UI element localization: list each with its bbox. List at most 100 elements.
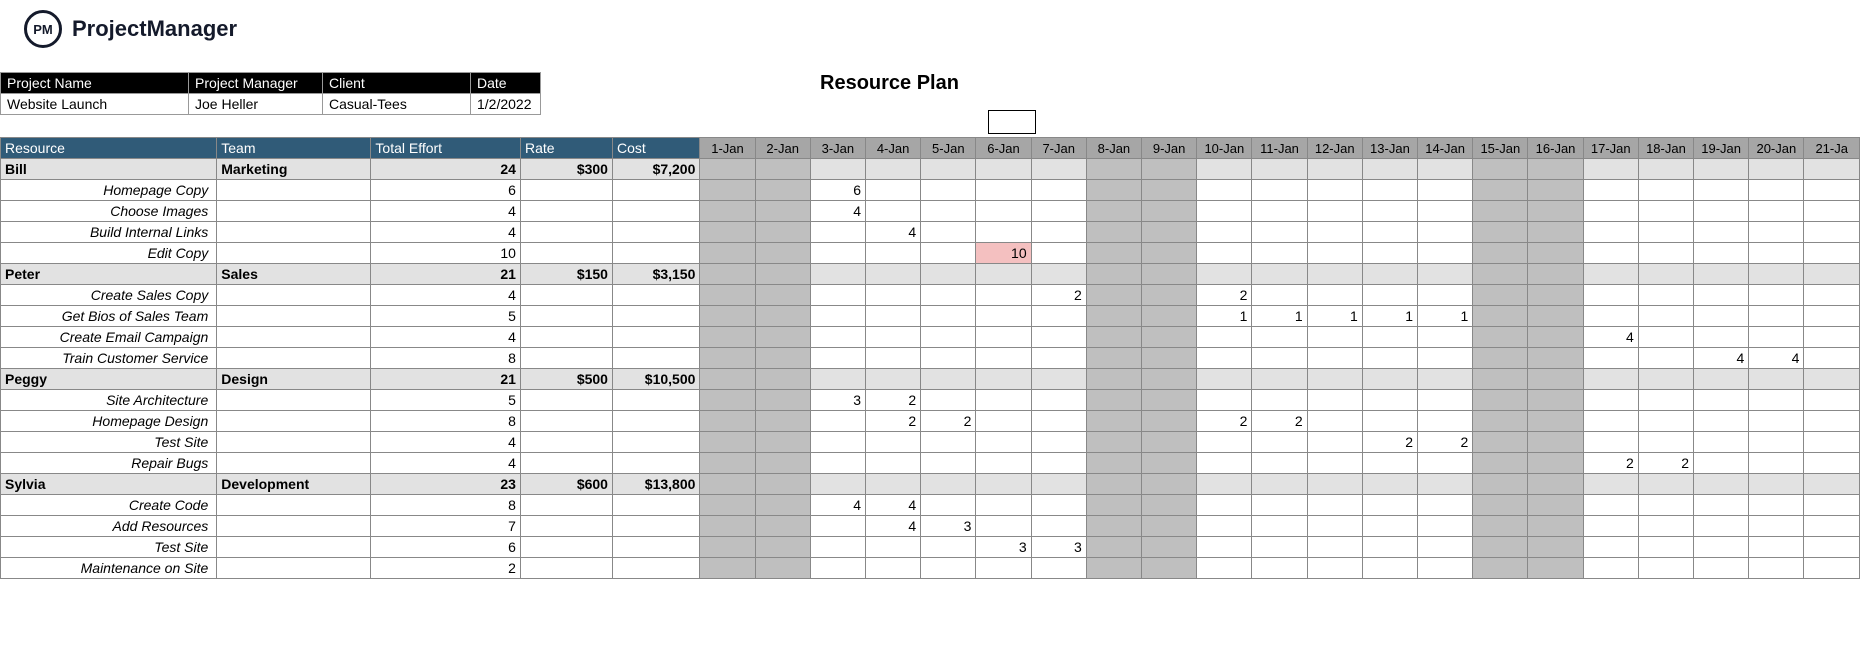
grid-cell[interactable] xyxy=(1694,369,1749,390)
grid-cell[interactable] xyxy=(1197,453,1252,474)
grid-cell[interactable] xyxy=(1031,411,1086,432)
grid-cell[interactable] xyxy=(976,264,1031,285)
grid-cell[interactable] xyxy=(1142,180,1197,201)
grid-cell[interactable] xyxy=(1749,222,1804,243)
grid-cell[interactable] xyxy=(1142,222,1197,243)
grid-cell[interactable] xyxy=(1142,432,1197,453)
grid-cell[interactable] xyxy=(1418,285,1473,306)
grid-cell[interactable] xyxy=(1031,474,1086,495)
grid-cell[interactable] xyxy=(1197,495,1252,516)
grid-cell[interactable] xyxy=(1086,306,1141,327)
cell[interactable]: Design xyxy=(217,369,371,390)
day-header[interactable]: 16-Jan xyxy=(1528,138,1583,159)
grid-cell[interactable] xyxy=(1694,285,1749,306)
grid-cell[interactable] xyxy=(1694,495,1749,516)
cell[interactable]: Marketing xyxy=(217,159,371,180)
grid-cell[interactable] xyxy=(921,558,976,579)
grid-cell[interactable] xyxy=(1583,432,1638,453)
grid-cell[interactable] xyxy=(1749,264,1804,285)
grid-cell[interactable] xyxy=(1307,369,1362,390)
grid-cell[interactable] xyxy=(1252,369,1307,390)
grid-cell[interactable] xyxy=(1086,390,1141,411)
grid-cell[interactable] xyxy=(1031,222,1086,243)
day-header[interactable]: 15-Jan xyxy=(1473,138,1528,159)
grid-cell[interactable] xyxy=(921,285,976,306)
grid-cell[interactable] xyxy=(755,180,810,201)
grid-cell[interactable] xyxy=(1749,558,1804,579)
grid-cell[interactable] xyxy=(755,411,810,432)
grid-cell[interactable] xyxy=(1086,516,1141,537)
cell[interactable] xyxy=(217,558,371,579)
grid-cell[interactable] xyxy=(921,453,976,474)
grid-cell[interactable] xyxy=(976,411,1031,432)
cell[interactable] xyxy=(612,201,699,222)
cell[interactable]: 6 xyxy=(371,537,521,558)
grid-cell[interactable] xyxy=(921,264,976,285)
resource-summary-row[interactable]: PeterSales21$150$3,150 xyxy=(1,264,1860,285)
grid-cell[interactable] xyxy=(1804,201,1860,222)
cell[interactable]: Homepage Design xyxy=(1,411,217,432)
grid-cell[interactable] xyxy=(866,537,921,558)
cell[interactable]: $150 xyxy=(520,264,612,285)
task-row[interactable]: Create Email Campaign44 xyxy=(1,327,1860,348)
cell[interactable]: 5 xyxy=(371,390,521,411)
grid-cell[interactable] xyxy=(866,348,921,369)
grid-cell[interactable] xyxy=(1142,516,1197,537)
grid-cell[interactable] xyxy=(1031,453,1086,474)
grid-cell[interactable] xyxy=(1638,495,1693,516)
grid-cell[interactable] xyxy=(866,201,921,222)
grid-cell[interactable] xyxy=(1142,264,1197,285)
grid-cell[interactable] xyxy=(1638,411,1693,432)
grid-cell[interactable]: 3 xyxy=(810,390,865,411)
grid-cell[interactable] xyxy=(1528,369,1583,390)
grid-cell[interactable] xyxy=(1197,390,1252,411)
grid-cell[interactable] xyxy=(1252,180,1307,201)
cell[interactable]: Get Bios of Sales Team xyxy=(1,306,217,327)
grid-cell[interactable] xyxy=(1638,159,1693,180)
grid-cell[interactable] xyxy=(1086,411,1141,432)
grid-cell[interactable]: 2 xyxy=(1418,432,1473,453)
cell[interactable]: Test Site xyxy=(1,432,217,453)
grid-cell[interactable] xyxy=(1362,243,1417,264)
grid-cell[interactable] xyxy=(1086,159,1141,180)
grid-cell[interactable] xyxy=(1142,159,1197,180)
day-header[interactable]: 21-Ja xyxy=(1804,138,1860,159)
cell[interactable]: 5 xyxy=(371,306,521,327)
day-header[interactable]: 14-Jan xyxy=(1418,138,1473,159)
grid-cell[interactable] xyxy=(1142,348,1197,369)
task-row[interactable]: Choose Images44 xyxy=(1,201,1860,222)
cell[interactable]: Maintenance on Site xyxy=(1,558,217,579)
grid-cell[interactable] xyxy=(1749,537,1804,558)
grid-cell[interactable] xyxy=(1252,453,1307,474)
grid-cell[interactable] xyxy=(1031,159,1086,180)
grid-cell[interactable] xyxy=(1086,348,1141,369)
grid-cell[interactable]: 4 xyxy=(1583,327,1638,348)
cell[interactable] xyxy=(612,306,699,327)
grid-cell[interactable] xyxy=(1638,558,1693,579)
cell[interactable]: Edit Copy xyxy=(1,243,217,264)
cell[interactable] xyxy=(520,411,612,432)
cell[interactable] xyxy=(520,558,612,579)
cell[interactable]: 21 xyxy=(371,369,521,390)
grid-cell[interactable] xyxy=(866,285,921,306)
grid-cell[interactable]: 2 xyxy=(1197,411,1252,432)
grid-cell[interactable] xyxy=(1638,369,1693,390)
grid-cell[interactable] xyxy=(1638,474,1693,495)
grid-cell[interactable] xyxy=(1307,201,1362,222)
grid-cell[interactable] xyxy=(1362,453,1417,474)
grid-cell[interactable] xyxy=(1473,411,1528,432)
cell[interactable] xyxy=(217,306,371,327)
grid-cell[interactable] xyxy=(1031,180,1086,201)
grid-cell[interactable] xyxy=(1418,411,1473,432)
grid-cell[interactable] xyxy=(810,369,865,390)
grid-cell[interactable] xyxy=(1804,390,1860,411)
grid-cell[interactable] xyxy=(1031,516,1086,537)
cell[interactable]: $10,500 xyxy=(612,369,699,390)
grid-cell[interactable] xyxy=(1638,432,1693,453)
grid-cell[interactable] xyxy=(1804,159,1860,180)
cell[interactable] xyxy=(217,432,371,453)
grid-cell[interactable] xyxy=(1749,411,1804,432)
grid-cell[interactable] xyxy=(755,159,810,180)
grid-cell[interactable] xyxy=(1583,537,1638,558)
cell[interactable]: Homepage Copy xyxy=(1,180,217,201)
